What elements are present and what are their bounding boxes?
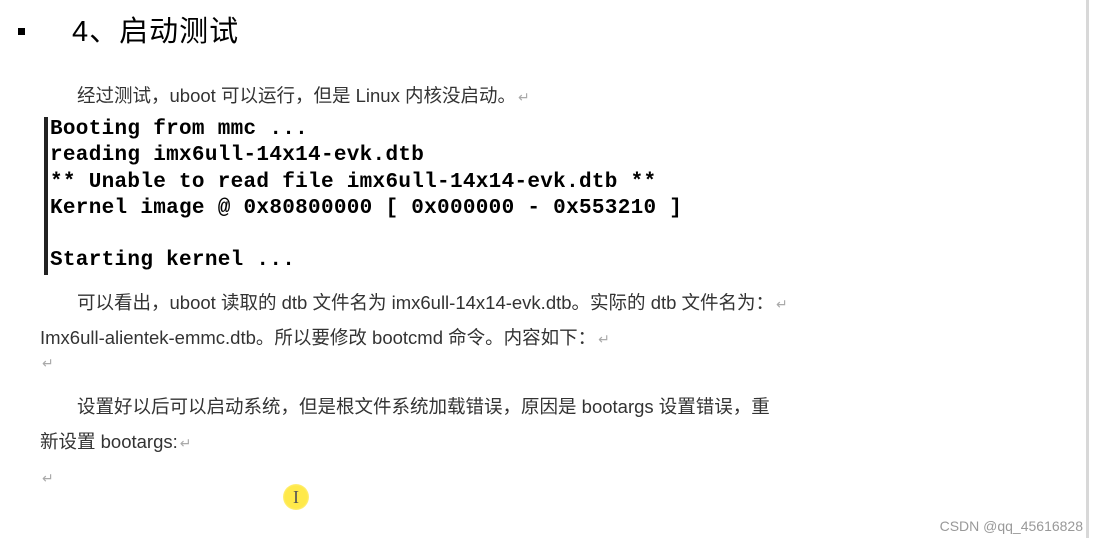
text-cursor-icon: I xyxy=(283,484,309,510)
paragraph-bootargs-1: 设置好以后可以启动系统，但是根文件系统加载错误，原因是 bootargs 设置错… xyxy=(40,389,1053,424)
text-run: 可以看出， xyxy=(77,292,170,313)
code-line: Kernel image @ 0x80800000 [ 0x000000 - 0… xyxy=(50,197,682,220)
terminal-output: Booting from mmc ... reading imx6ull-14x… xyxy=(44,117,1053,275)
paragraph-mark-icon: ↵ xyxy=(518,89,530,105)
paragraph-mark-icon: ↵ xyxy=(776,296,788,312)
list-bullet-icon xyxy=(18,28,25,35)
code-line: Booting from mmc ... xyxy=(50,118,308,141)
paragraph-intro: 经过测试，uboot 可以运行，但是 Linux 内核没启动。↵ xyxy=(40,78,1053,113)
section-heading: 4、启动测试 xyxy=(72,8,1053,50)
paragraph-mark-icon: ↵ xyxy=(598,331,610,347)
text-run: Imx6ull-alientek-emmc.dtb。所以要修改 xyxy=(40,327,372,348)
spell-error-uboot: uboot xyxy=(170,292,216,313)
spell-error-bootcmd: bootcmd xyxy=(372,327,443,348)
paragraph-analysis-2: Imx6ull-alientek-emmc.dtb。所以要修改 bootcmd … xyxy=(40,320,1053,355)
empty-line: ↵ xyxy=(40,355,1053,389)
text-run: 启动。 xyxy=(460,85,516,106)
text-run: 设置错误，重 xyxy=(654,396,770,417)
document-page: 4、启动测试 经过测试，uboot 可以运行，但是 Linux 内核没启动。↵ … xyxy=(0,0,1093,514)
spell-error-uboot: uboot xyxy=(170,85,216,106)
text-run: 读取的 xyxy=(216,292,282,313)
paragraph-mark-icon: ↵ xyxy=(180,435,192,451)
code-line: ** Unable to read file imx6ull-14x14-evk… xyxy=(50,171,656,194)
text-run: 新设置 xyxy=(40,431,101,452)
text-run: 经过测试， xyxy=(77,85,170,106)
grammar-error-kernel: 内核没 xyxy=(405,85,461,106)
paragraph-bootargs-2: 新设置 bootargs:↵ xyxy=(40,424,1053,459)
text-run: 文件名为： xyxy=(676,292,774,313)
paragraph-mark-icon: ↵ xyxy=(42,355,54,371)
text-run: 设置好以后可以启动系统，但是根文件系统加载错误，原因是 xyxy=(77,396,582,417)
paragraph-analysis-1: 可以看出，uboot 读取的 dtb 文件名为 imx6ull-14x14-ev… xyxy=(40,285,1053,320)
paragraph-mark-icon: ↵ xyxy=(42,470,54,486)
empty-paragraph: ↵ xyxy=(40,459,1053,494)
code-line: reading imx6ull-14x14-evk.dtb xyxy=(50,144,424,167)
spell-error-dtb: dtb xyxy=(651,292,677,313)
text-run: 文件名为 imx6ull-14x14-evk.dtb。实际的 xyxy=(307,292,650,313)
spell-error-dtb: dtb xyxy=(282,292,308,313)
spell-error-bootargs: bootargs xyxy=(582,396,654,417)
text-run: 可以运行，但是 Linux xyxy=(216,85,405,106)
watermark-text: CSDN @qq_45616828 xyxy=(940,518,1083,534)
spell-error-bootargs: bootargs: xyxy=(101,431,178,452)
code-line: Starting kernel ... xyxy=(50,249,295,272)
i-beam-glyph: I xyxy=(293,487,299,508)
text-run: 命令。内容如下： xyxy=(443,327,596,348)
